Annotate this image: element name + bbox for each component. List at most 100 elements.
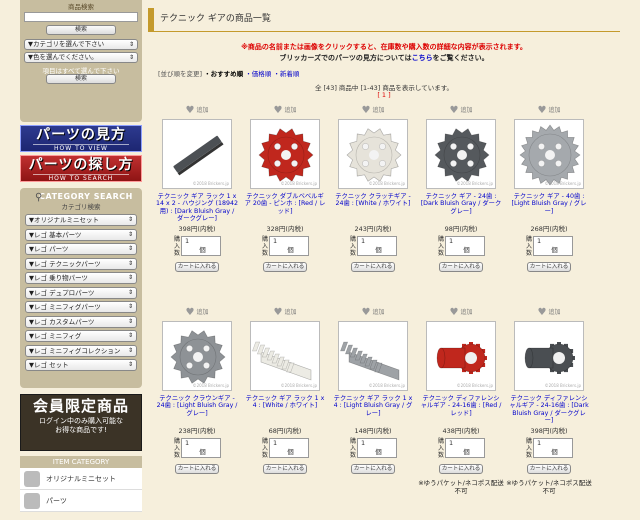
favorite-add[interactable]: ♥ 追加: [242, 104, 328, 117]
category-dropdown-label: ▼レゴ ミニフィグ: [29, 332, 82, 340]
category-dropdown[interactable]: ▼レゴ デュプロパーツ ⇕: [25, 286, 137, 299]
item-row-original-miniset[interactable]: オリジナルミニセット: [20, 468, 142, 490]
category-dropdown[interactable]: ▼レゴ テクニックパーツ ⇕: [25, 257, 137, 270]
category-dropdown[interactable]: ▼レゴ 基本パーツ ⇕: [25, 228, 137, 241]
product-name-link[interactable]: テクニック クラッチギア - 24歯 : [White / ホワイト]: [330, 193, 416, 223]
gear-image: [346, 128, 402, 182]
sort-price-link[interactable]: ・価格順: [245, 70, 271, 78]
product-name-link[interactable]: テクニック ギア ラック 1 x 14 x 2 - ハウジング (18942用)…: [154, 193, 240, 223]
product-name-link[interactable]: テクニック クラウンギア - 24歯 : [Light Bluish Gray …: [154, 395, 240, 425]
updown-icon: ⇕: [128, 54, 134, 61]
favorite-add[interactable]: ♥ 追加: [330, 306, 416, 319]
category-dropdown[interactable]: ▼オリジナルミニセット ⇕: [25, 214, 137, 226]
category-dropdown[interactable]: ▼レゴ セット ⇕: [25, 359, 137, 371]
product-image[interactable]: ©2018 Brickers.jp: [162, 321, 232, 391]
keyword-search-button[interactable]: 検索: [46, 25, 116, 35]
quantity-input[interactable]: 1個: [269, 236, 309, 256]
product-name-link[interactable]: テクニック ダブルベベルギア 20歯 - ピンホ : [Red / レッド]: [242, 193, 328, 223]
category-select[interactable]: ▼カテゴリを選んで下さい ⇕: [24, 39, 138, 50]
quantity-input[interactable]: 1個: [181, 438, 221, 458]
quantity-input[interactable]: 1個: [357, 236, 397, 256]
quantity-input[interactable]: 1個: [445, 236, 485, 256]
favorite-add[interactable]: ♥ 追加: [154, 104, 240, 117]
product-name-link[interactable]: テクニック ディファレンシャルギア - 24-16歯 : [Red / レッド]: [418, 395, 504, 425]
favorite-label: 追加: [196, 107, 209, 114]
item-row-parts[interactable]: パーツ: [20, 490, 142, 512]
color-select[interactable]: ▼色を選んでください。 ⇕: [24, 52, 138, 63]
product-card: ♥ 追加 ©2018 Brickers.jp テクニック ダブルベベルギア 20歯 …: [242, 104, 328, 272]
add-to-cart-button[interactable]: カートに入れる: [439, 262, 483, 272]
howto-notice: ブリッカーズでのパーツの見方についてはこちらをご覧ください。: [148, 53, 620, 63]
quantity-input[interactable]: 1個: [357, 438, 397, 458]
quantity-group: 購入数1個: [154, 235, 240, 257]
product-name-link[interactable]: テクニック ギア ラック 1 x 4 : [White / ホワイト]: [242, 395, 328, 425]
favorite-add[interactable]: ♥ 追加: [154, 306, 240, 319]
category-search-button[interactable]: 検索: [46, 74, 116, 84]
howto-link[interactable]: こちら: [412, 54, 433, 62]
category-dropdown[interactable]: ▼レゴ パーツ ⇕: [25, 243, 137, 255]
product-image[interactable]: ©2018 Brickers.jp: [514, 321, 584, 391]
category-dropdown-label: ▼レゴ パーツ: [29, 245, 69, 253]
quantity-label: 購入数: [173, 235, 180, 257]
member-line1: ログイン中のみ購入可能な: [39, 417, 123, 425]
product-image[interactable]: ©2018 Brickers.jp: [514, 119, 584, 189]
favorite-add[interactable]: ♥ 追加: [506, 306, 592, 319]
product-price: 98円(内税): [444, 225, 478, 233]
quantity-input[interactable]: 1個: [445, 438, 485, 458]
member-only-banner[interactable]: 会員限定商品 ログイン中のみ購入可能な お得な商品です!: [20, 394, 142, 451]
product-image[interactable]: ©2018 Brickers.jp: [426, 321, 496, 391]
sidebar: 商品検索 検索 ▼カテゴリを選んで下さい ⇕ ▼色を選んでください。 ⇕ 項目はすべ…: [20, 0, 142, 520]
quantity-input[interactable]: 1個: [269, 438, 309, 458]
favorite-add[interactable]: ♥ 追加: [418, 104, 504, 117]
favorite-add[interactable]: ♥ 追加: [506, 104, 592, 117]
pagination[interactable]: [ 1 ]: [148, 91, 620, 99]
updown-icon: ⇕: [127, 317, 133, 325]
product-name-link[interactable]: テクニック ギア - 24歯 : [Dark Bluish Gray / ダーク…: [418, 193, 504, 223]
add-to-cart-button[interactable]: カートに入れる: [527, 262, 571, 272]
quantity-input[interactable]: 1個: [181, 236, 221, 256]
favorite-add[interactable]: ♥ 追加: [242, 306, 328, 319]
product-name-link[interactable]: テクニック ギア - 40歯 : [Light Bluish Gray / グレ…: [506, 193, 592, 223]
category-dropdown[interactable]: ▼レゴ 乗り物パーツ ⇕: [25, 272, 137, 284]
product-image[interactable]: ©2018 Brickers.jp: [338, 321, 408, 391]
category-dropdown[interactable]: ▼レゴ ミニフィグパーツ ⇕: [25, 301, 137, 313]
add-to-cart-button[interactable]: カートに入れる: [263, 464, 307, 474]
category-dropdown[interactable]: ▼レゴ ミニフィグ ⇕: [25, 330, 137, 342]
category-dropdown[interactable]: ▼レゴ ミニフィグコレクション ⇕: [25, 344, 137, 357]
product-image[interactable]: ©2018 Brickers.jp: [250, 321, 320, 391]
product-image[interactable]: ©2018 Brickers.jp: [426, 119, 496, 189]
product-card: ♥ 追加 ©2018 Brickers.jp テクニック ギア ラック 1 x 14…: [154, 104, 240, 272]
member-title: 会員限定商品: [32, 397, 129, 415]
add-to-cart-button[interactable]: カートに入れる: [527, 464, 571, 474]
quantity-group: 購入数1個: [242, 235, 328, 257]
quantity-input[interactable]: 1個: [533, 236, 573, 256]
product-name-link[interactable]: テクニック ディファレンシャルギア - 24-16歯 : [Dark Bluis…: [506, 395, 592, 425]
add-to-cart-button[interactable]: カートに入れる: [175, 464, 219, 474]
heart-icon: ♥: [185, 105, 195, 116]
add-to-cart-button[interactable]: カートに入れる: [175, 262, 219, 272]
product-name-link[interactable]: テクニック ギア ラック 1 x 4 : [Light Bluish Gray …: [330, 395, 416, 425]
add-to-cart-button[interactable]: カートに入れる: [439, 464, 483, 474]
quantity-input[interactable]: 1個: [533, 438, 573, 458]
how-to-search-banner[interactable]: パーツの探し方 HOW TO SEARCH: [20, 155, 142, 182]
favorite-add[interactable]: ♥ 追加: [330, 104, 416, 117]
product-price: 328円(内税): [266, 225, 304, 233]
heart-icon: ♥: [361, 105, 371, 116]
favorite-add[interactable]: ♥ 追加: [418, 306, 504, 319]
keyword-input[interactable]: [24, 12, 138, 22]
product-image[interactable]: ©2018 Brickers.jp: [338, 119, 408, 189]
quantity-label: 購入数: [261, 235, 268, 257]
add-to-cart-button[interactable]: カートに入れる: [263, 262, 307, 272]
sort-new-link[interactable]: ・新着順: [273, 70, 299, 78]
category-dropdown[interactable]: ▼レゴ カスタムパーツ ⇕: [25, 315, 137, 328]
add-to-cart-button[interactable]: カートに入れる: [351, 464, 395, 474]
quantity-label: 購入数: [349, 235, 356, 257]
how-to-view-banner[interactable]: パーツの見方 HOW TO VIEW: [20, 125, 142, 152]
favorite-label: 追加: [372, 309, 385, 316]
product-card: ♥ 追加 ©2018 Brickers.jp テクニック ディファレンシャルギア -…: [506, 306, 592, 495]
product-image[interactable]: ©2018 Brickers.jp: [250, 119, 320, 189]
product-image[interactable]: ©2018 Brickers.jp: [162, 119, 232, 189]
add-to-cart-button[interactable]: カートに入れる: [351, 262, 395, 272]
quantity-unit: 個: [287, 448, 294, 456]
quantity-unit: 個: [551, 246, 558, 254]
